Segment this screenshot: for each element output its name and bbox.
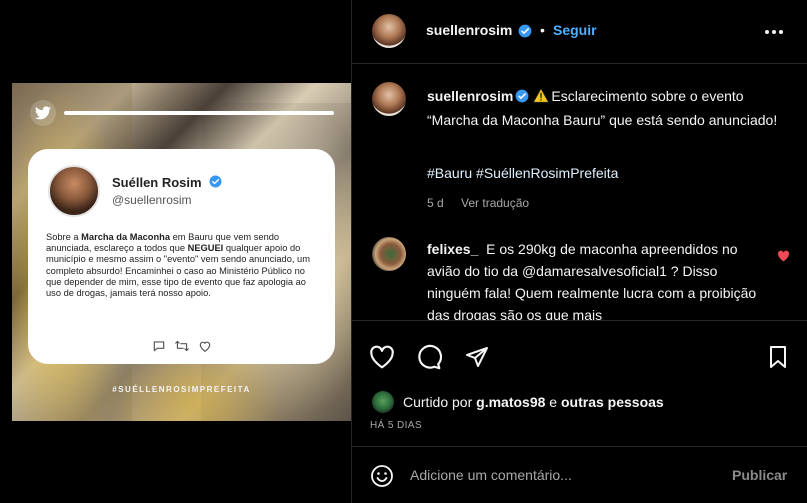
caption-username[interactable]: suellenrosim (427, 88, 513, 104)
follow-button[interactable]: Seguir (553, 22, 597, 38)
comment-bubble-icon[interactable] (415, 343, 443, 371)
emoji-icon[interactable] (370, 464, 394, 488)
verified-badge-icon (209, 175, 222, 193)
caption-age: 5 d (427, 196, 444, 210)
see-translation-link[interactable]: Ver tradução (461, 196, 529, 210)
tweet-author-handle: @suellenrosim (112, 193, 192, 207)
decorative-line (64, 111, 334, 115)
post-details-pane: suellenrosim • Seguir suellenrosim Esclar… (351, 0, 807, 503)
caption-meta: 5 d Ver tradução (427, 196, 543, 210)
comment-like-heart-icon[interactable] (777, 249, 790, 267)
retweet-icon (174, 339, 190, 358)
post-timestamp[interactable]: HÁ 5 DIAS (370, 420, 422, 431)
save-bookmark-icon[interactable] (764, 343, 792, 371)
image-hashtag-footer: #SUÉLLENROSIMPREFEITA (112, 385, 251, 394)
heart-outline-icon (198, 339, 212, 358)
post-image[interactable]: Suéllen Rosim @suellenrosim Sobre a Marc… (12, 83, 351, 421)
liked-by-text[interactable]: Curtido por g.matos98 e outras pessoas (403, 394, 664, 410)
post-image-pane: Suéllen Rosim @suellenrosim Sobre a Marc… (0, 0, 351, 503)
caption-avatar[interactable] (372, 82, 406, 116)
liker-avatar[interactable] (372, 391, 394, 413)
comments-list[interactable]: suellenrosim Esclarecimento sobre o event… (352, 65, 807, 320)
twitter-bird-icon (30, 100, 56, 126)
caption-hashtags[interactable]: #Bauru #SuéllenRosimPrefeita (427, 165, 618, 181)
tweet-author-name: Suéllen Rosim (112, 175, 202, 190)
tweet-card: Suéllen Rosim @suellenrosim Sobre a Marc… (28, 149, 335, 364)
comment-input[interactable] (410, 461, 710, 489)
caption-text: suellenrosim Esclarecimento sobre o event… (427, 87, 778, 128)
verified-badge-icon (518, 24, 532, 43)
post-actions: Curtido por g.matos98 e outras pessoas H… (352, 320, 807, 436)
add-comment-bar: Publicar (352, 446, 807, 503)
avatar (48, 165, 100, 217)
like-heart-icon[interactable] (368, 343, 396, 371)
tweet-actions (28, 339, 335, 358)
author-avatar[interactable] (372, 14, 406, 48)
more-options-icon[interactable] (762, 22, 786, 42)
commenter-avatar[interactable] (372, 237, 406, 271)
reply-icon (152, 339, 166, 358)
post-comment-button[interactable]: Publicar (732, 467, 787, 483)
comment-username[interactable]: felixes_ (427, 241, 478, 257)
post-header: suellenrosim • Seguir (352, 0, 807, 64)
tweet-body: Sobre a Marcha da Maconha em Bauru que v… (46, 232, 310, 299)
comment-text: felixes_ E os 290kg de maconha apreendid… (427, 241, 757, 320)
share-paper-plane-icon[interactable] (463, 343, 491, 371)
verified-badge-icon (515, 87, 529, 109)
separator-dot: • (540, 22, 545, 38)
author-username[interactable]: suellenrosim (426, 22, 512, 38)
warning-icon (533, 87, 550, 109)
